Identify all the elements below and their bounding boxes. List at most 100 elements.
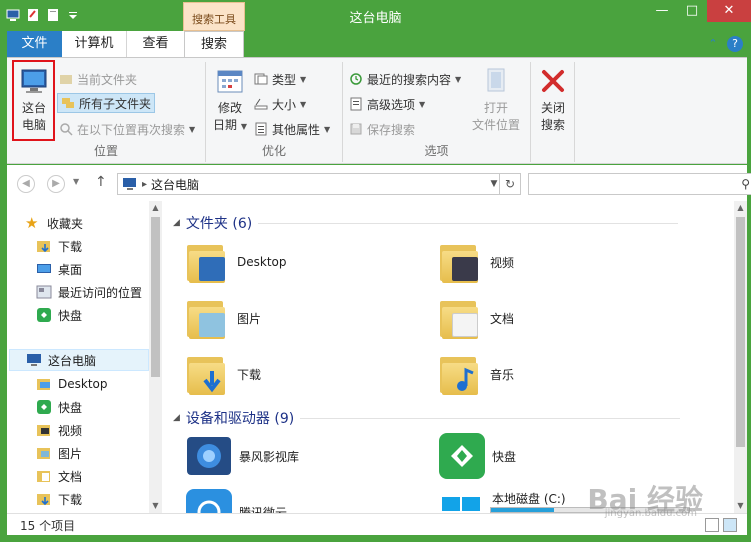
nav-scroll-thumb[interactable] [151, 217, 160, 377]
nav-pc-pictures[interactable]: 图片 [36, 442, 82, 464]
folder-item-pictures[interactable]: 图片 [185, 295, 261, 341]
nav-pc-videos[interactable]: 视频 [36, 419, 82, 441]
advanced-options-button[interactable]: 高级选项 ▼ [349, 94, 425, 114]
scroll-up-icon[interactable]: ▲ [149, 201, 162, 215]
help-icon[interactable]: ? [727, 36, 743, 52]
large-icons-view-icon[interactable] [723, 518, 737, 532]
tab-view[interactable]: 查看 [127, 31, 184, 57]
address-bar-row: ◀ ▶ ▼ ↑ ▸ 这台电脑 ▼ ↻ ⚲ [7, 165, 751, 201]
folder-name: 视频 [490, 255, 515, 270]
nav-fav-downloads[interactable]: 下载 [36, 235, 82, 257]
date-modified-label-line2: 日期 ▼ [212, 117, 248, 135]
back-button[interactable]: ◀ [17, 175, 35, 193]
nav-pc-downloads[interactable]: 下载 [36, 488, 82, 510]
dropdown-arrow-icon: ▼ [240, 122, 247, 131]
nav-pc-documents[interactable]: 文档 [36, 465, 82, 487]
tab-search[interactable]: 搜索 [184, 31, 244, 57]
tab-computer[interactable]: 计算机 [62, 31, 127, 57]
properties-list-icon [255, 122, 267, 136]
nav-pc-desktop[interactable]: Desktop [36, 373, 108, 395]
nav-favorites[interactable]: ★ 收藏夹 [25, 212, 83, 234]
baofeng-library-icon [187, 437, 231, 475]
search-again-in-label: 在以下位置再次搜索 [77, 122, 186, 137]
window-title: 这台电脑 [349, 11, 402, 26]
address-field[interactable]: ▸ 这台电脑 [117, 173, 521, 195]
folder-icon [60, 75, 72, 84]
folder-name: 文档 [490, 311, 515, 326]
window-controls: — □ ✕ [647, 0, 751, 22]
item-count: 15 个项目 [20, 519, 76, 533]
dropdown-arrow-icon: ▼ [300, 74, 307, 84]
nav-this-pc-label: 这台电脑 [48, 353, 97, 368]
folders-header-label: 文件夹 (6) [185, 216, 253, 232]
nav-this-pc[interactable]: 这台电脑 [9, 349, 149, 371]
up-button[interactable]: ↑ [95, 174, 107, 190]
search-again-in-button[interactable]: 在以下位置再次搜索 ▼ [59, 119, 195, 139]
tab-file[interactable]: 文件 [7, 31, 62, 57]
ribbon-tab-bar: 文件 计算机 查看 搜索 [0, 31, 751, 57]
refresh-button[interactable]: ↻ [499, 173, 521, 195]
ribbon-help-controls: ⌃ ? [705, 36, 743, 52]
maximize-button[interactable]: □ [677, 0, 707, 22]
nav-fav-recent-places[interactable]: 最近访问的位置 [36, 281, 142, 303]
details-view-icon[interactable] [705, 518, 719, 532]
recent-searches-button[interactable]: 最近的搜索内容 ▼ [349, 69, 461, 89]
all-subfolders-button[interactable]: 所有子文件夹 [57, 93, 156, 113]
nav-pc-kuaipan[interactable]: 快盘 [36, 396, 82, 418]
date-modified-label-text: 日期 [213, 118, 238, 132]
folder-item-desktop[interactable]: Desktop [185, 239, 287, 285]
type-button[interactable]: 类型 ▼ [254, 69, 306, 89]
nav-fav-desktop-label: 桌面 [58, 262, 83, 277]
collapse-arrow-icon: ◢ [173, 218, 180, 228]
scroll-down-icon[interactable]: ▼ [149, 499, 162, 513]
nav-fav-recent-places-label: 最近访问的位置 [58, 285, 143, 300]
folders-section-header[interactable]: ◢ 文件夹 (6) [173, 213, 679, 233]
minimize-button[interactable]: — [647, 0, 677, 22]
close-search-button[interactable]: 关闭 搜索 [535, 66, 571, 134]
location-group-label: 位置 [93, 144, 118, 158]
scroll-up-icon[interactable]: ▲ [734, 201, 747, 215]
device-item-kuaipan[interactable]: 快盘 [438, 433, 516, 479]
navigation-pane: ★ 收藏夹 下载 桌面 最近访问的位置 快盘 这台电脑 Desktop 快盘 视… [7, 201, 162, 513]
recent-locations-dropdown[interactable]: ▼ [73, 177, 79, 186]
videos-folder-icon [438, 239, 484, 285]
folder-item-documents[interactable]: 文档 [438, 295, 514, 341]
folder-item-videos[interactable]: 视频 [438, 239, 514, 285]
star-icon: ★ [25, 214, 39, 232]
forward-button[interactable]: ▶ [47, 175, 65, 193]
dropdown-arrow-icon: ▼ [419, 99, 426, 109]
devices-section-header[interactable]: ◢ 设备和驱动器 (9) [173, 408, 681, 428]
nav-fav-kuaipan[interactable]: 快盘 [36, 304, 82, 326]
nav-pc-documents-label: 文档 [58, 469, 83, 484]
main-pane-scrollbar[interactable]: ▲ ▼ [734, 201, 747, 513]
current-folder-button[interactable]: 当前文件夹 [59, 69, 137, 89]
close-button[interactable]: ✕ [707, 0, 751, 22]
open-file-location-label-line1: 打开 [483, 101, 508, 115]
nav-fav-desktop[interactable]: 桌面 [36, 258, 82, 280]
chevron-right-icon[interactable]: ▸ [142, 179, 147, 190]
folder-item-downloads[interactable]: 下载 [185, 351, 261, 397]
open-file-location-label-line2: 文件位置 [471, 118, 520, 132]
nav-fav-kuaipan-label: 快盘 [58, 308, 83, 323]
chevron-up-icon[interactable]: ⌃ [705, 36, 721, 52]
ribbon: 这台 电脑 当前文件夹 所有子文件夹 在以下位置再次搜索 ▼ 位置 修改 日期 … [7, 57, 747, 164]
device-name: 暴风影视库 [239, 449, 300, 464]
size-button[interactable]: 大小 ▼ [254, 94, 306, 114]
weiyun-icon [186, 489, 232, 513]
devices-header-label: 设备和驱动器 (9) [185, 411, 295, 427]
folder-name: 图片 [237, 311, 262, 326]
other-properties-button[interactable]: 其他属性 ▼ [254, 119, 330, 139]
main-scroll-thumb[interactable] [736, 217, 745, 447]
nav-pane-scrollbar[interactable]: ▲ ▼ [149, 201, 162, 513]
pictures-folder-icon [37, 448, 50, 459]
device-item-weiyun[interactable]: 腾讯微云 [185, 489, 287, 513]
device-item-baofeng[interactable]: 暴风影视库 [185, 433, 299, 479]
search-input[interactable]: ⚲ [528, 173, 751, 195]
folder-item-music[interactable]: 音乐 [438, 351, 514, 397]
open-file-location-button[interactable]: 打开 文件位置 [469, 66, 523, 134]
windows-drive-icon [442, 497, 480, 511]
save-search-button[interactable]: 保存搜索 [349, 119, 415, 139]
explorer-window: 搜索工具 这台电脑 — □ ✕ 文件 计算机 查看 搜索 ⌃ ? 这台 电脑 当… [0, 0, 751, 542]
scroll-down-icon[interactable]: ▼ [734, 499, 747, 513]
date-modified-button[interactable]: 修改 日期 ▼ [212, 66, 248, 135]
